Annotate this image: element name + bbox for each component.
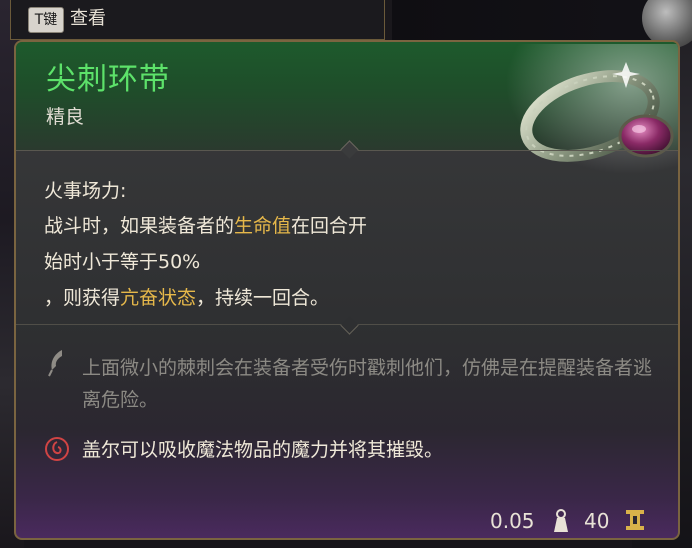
inspect-tab[interactable] [10, 0, 385, 40]
weight-icon [554, 509, 568, 532]
spiral-magic-icon [45, 437, 69, 461]
top-right-panel [392, 0, 692, 48]
quill-icon [48, 350, 62, 377]
item-price: 40 [584, 509, 610, 533]
item-name: 尖刺环带 [46, 62, 170, 97]
divider-ornament [340, 316, 359, 335]
inspect-label[interactable]: 查看 [70, 6, 106, 32]
hit-points-keyword[interactable]: 生命值 [234, 215, 291, 237]
ability-title: 火事场力: [44, 180, 127, 202]
ability-line-3: ，则获得亢奋状态，持续一回合。 [44, 280, 604, 316]
t-key-icon: T键 [28, 7, 64, 33]
ability-text: ，持续一回合。 [196, 287, 330, 309]
ability-text: ，则获得 [44, 287, 121, 309]
frenzy-keyword[interactable]: 亢奋状态 [120, 287, 196, 309]
flavor-text: 上面微小的棘刺会在装备者受伤时戳刺他们，仿佛是在提醒装备者逃离危险。 [82, 357, 653, 411]
ability-text: 在回合开 [291, 215, 368, 237]
ability-text: 战斗时，如果装备者的 [44, 215, 235, 237]
ring-with-purple-gem-icon [506, 44, 678, 174]
item-weight: 0.05 [490, 509, 535, 533]
item-rarity: 精良 [46, 106, 85, 128]
ability-line-2: 始时小于等于50% [44, 251, 201, 273]
ability-line-1: 战斗时，如果装备者的生命值在回合开 [44, 208, 604, 244]
gale-note: 盖尔可以吸收魔法物品的魔力并将其摧毁。 [82, 439, 444, 461]
ability-description: 战斗时，如果装备者的生命值在回合开 始时小于等于50% ，则获得亢奋状态，持续一… [44, 208, 604, 316]
item-tooltip: 尖刺环带 精良 火事场力: 战斗时，如果装备者的生命值在回合开 始时小于等于50… [14, 40, 680, 540]
gold-icon [626, 510, 644, 530]
